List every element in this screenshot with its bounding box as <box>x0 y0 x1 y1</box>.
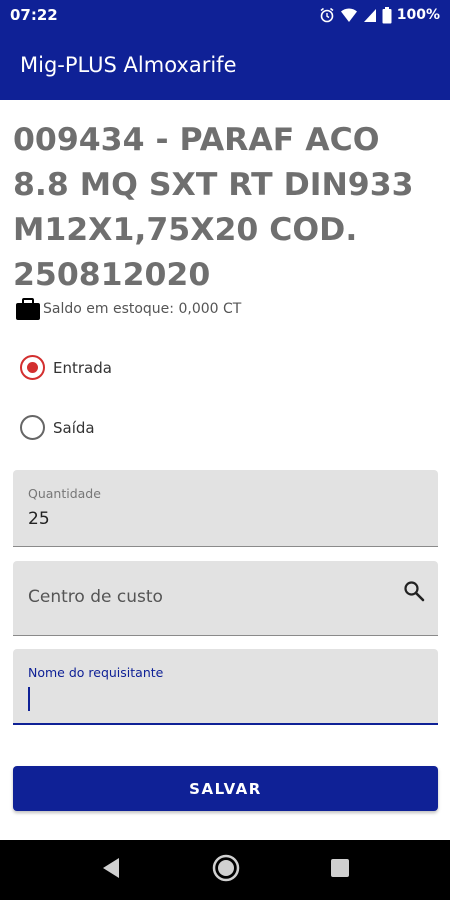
back-icon[interactable] <box>100 856 122 884</box>
cost-center-placeholder: Centro de custo <box>28 587 163 607</box>
navigation-bar <box>0 840 450 900</box>
product-title: 009434 - PARAF ACO 8.8 MQ SXT RT DIN933 … <box>13 122 414 293</box>
radio-checked-icon[interactable] <box>20 355 45 380</box>
text-cursor <box>28 687 30 711</box>
battery-icon <box>382 6 392 24</box>
quantity-label: Quantidade <box>28 486 101 501</box>
wifi-icon <box>340 7 358 23</box>
search-icon[interactable] <box>402 579 426 603</box>
requester-label: Nome do requisitante <box>28 665 164 680</box>
app-bar: Mig-PLUS Almoxarife <box>0 30 450 100</box>
status-bar: 07:22 100% <box>0 0 450 30</box>
radio-unchecked-icon[interactable] <box>20 415 45 440</box>
requester-field[interactable]: Nome do requisitante <box>13 649 438 725</box>
radio-entrada[interactable]: Entrada <box>20 355 112 380</box>
quantity-value[interactable]: 25 <box>28 509 50 529</box>
quantity-field[interactable]: Quantidade 25 <box>13 470 438 547</box>
home-icon[interactable] <box>212 854 240 886</box>
stock-balance: Saldo em estoque: 0,000 CT <box>15 297 241 321</box>
radio-saida[interactable]: Saída <box>20 415 95 440</box>
briefcase-icon <box>15 297 41 321</box>
alarm-icon <box>319 7 335 23</box>
radio-saida-label: Saída <box>53 418 95 437</box>
battery-percent: 100% <box>396 7 440 23</box>
save-button[interactable]: SALVAR <box>13 766 438 811</box>
status-time: 07:22 <box>10 6 58 24</box>
signal-icon <box>363 7 377 23</box>
status-icons: 100% <box>319 6 440 24</box>
app-title: Mig-PLUS Almoxarife <box>20 53 237 77</box>
recents-icon[interactable] <box>330 858 350 882</box>
cost-center-field[interactable]: Centro de custo <box>13 561 438 636</box>
radio-entrada-label: Entrada <box>53 358 112 377</box>
stock-text: Saldo em estoque: 0,000 CT <box>43 301 242 317</box>
